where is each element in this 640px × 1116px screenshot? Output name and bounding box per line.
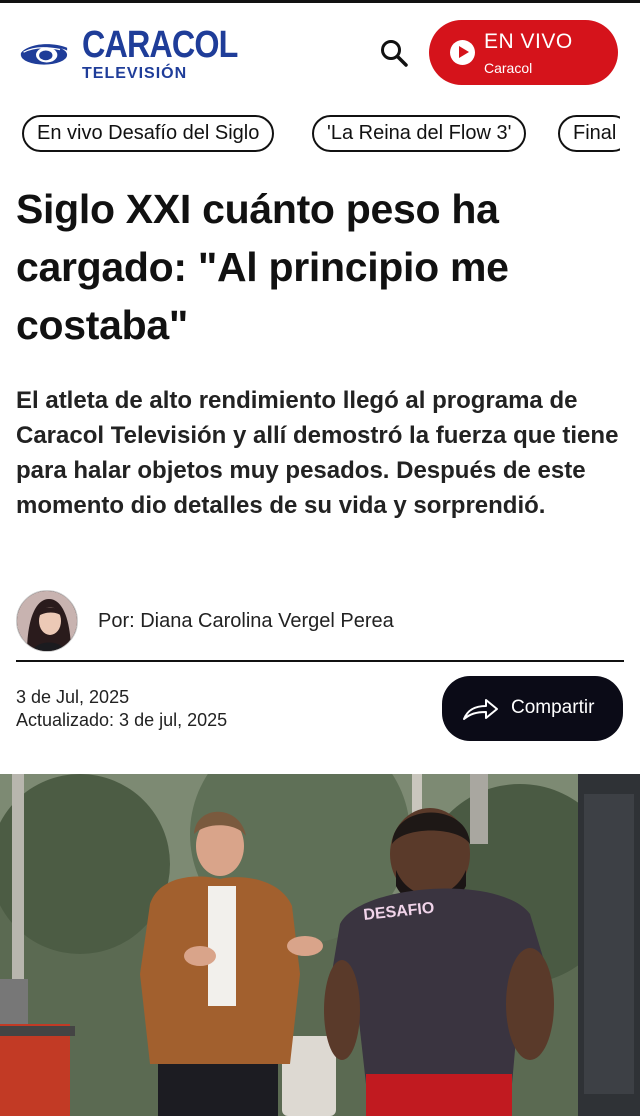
author-avatar[interactable] [16,590,78,652]
live-label: EN VIVO [484,30,573,53]
chip-reina-del-flow[interactable]: 'La Reina del Flow 3' [312,115,527,152]
article-hero-image[interactable]: DESAFIO [0,774,640,1116]
live-sublabel: Caracol [484,60,533,76]
share-button[interactable]: Compartir [442,676,623,741]
site-header: CARACOL TELEVISIÓN EN VIVO Caracol [0,3,640,95]
author-byline: Por: Diana Carolina Vergel Perea [16,590,624,654]
caracol-logo[interactable]: CARACOL TELEVISIÓN [20,21,265,87]
chip-desafio-del-siglo[interactable]: En vivo Desafío del Siglo [22,115,275,152]
author-name[interactable]: Por: Diana Carolina Vergel Perea [98,610,394,633]
topic-chips: En vivo Desafío del Siglo 'La Reina del … [0,115,620,153]
article-dates: 3 de Jul, 2025 Actualizado: 3 de jul, 20… [16,686,227,732]
published-date: 3 de Jul, 2025 [16,687,130,707]
article-lead: El atleta de alto rendimiento llegó al p… [16,387,619,519]
play-icon [450,40,475,65]
updated-date: Actualizado: 3 de jul, 2025 [16,710,228,730]
search-button[interactable] [376,35,412,71]
caracol-logo-icon [20,44,68,65]
chip-final[interactable]: Final [558,115,620,152]
logo-text-television: TELEVISIÓN [82,65,188,82]
share-arrow-icon [463,699,498,720]
avatar-portrait [17,591,77,651]
logo-text-caracol: CARACOL [82,24,238,66]
hero-photo: DESAFIO [0,774,640,1116]
article-title: Siglo XXI cuánto peso ha cargado: "Al pr… [16,186,509,348]
share-label: Compartir [511,697,595,718]
divider [16,660,624,662]
live-button[interactable]: EN VIVO Caracol [429,20,618,85]
search-icon [381,40,408,67]
